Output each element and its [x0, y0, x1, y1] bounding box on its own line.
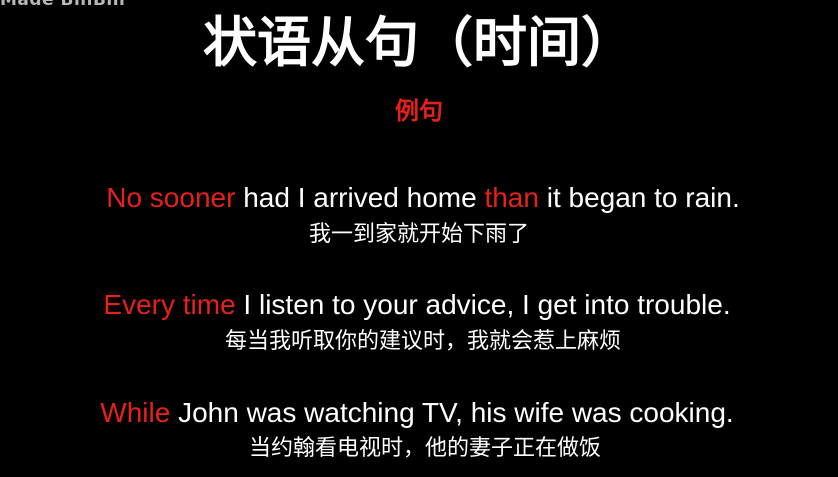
example-2-text-1: I listen to your advice, I get into trou… [235, 289, 731, 320]
example-1-keyword-1: No sooner [106, 182, 236, 213]
example-3-english: While John was watching TV, his wife was… [0, 396, 836, 430]
example-3-chinese: 当约翰看电视时，他的妻子正在做饭 [248, 436, 601, 461]
example-2-chinese: 每当我听取你的建议时，我就会惹上麻烦 [224, 329, 621, 354]
example-1-text-1: had I arrived home [235, 182, 485, 213]
example-2-english: Every time I listen to your advice, I ge… [0, 288, 836, 322]
example-2-keyword-1: Every time [103, 289, 236, 320]
example-3-keyword-1: While [100, 397, 171, 428]
example-3-text-1: John was watching TV, his wife was cooki… [170, 397, 734, 428]
slide-subtitle: 例句 [395, 97, 443, 125]
slide: Made BiliBili 状语从句（时间） 例句 No sooner had … [0, 0, 838, 477]
example-1-keyword-2: than [484, 182, 539, 213]
example-1-english: No sooner had I arrived home than it beg… [4, 181, 838, 215]
example-1-text-2: it began to rain. [538, 182, 740, 213]
example-1-chinese: 我一到家就开始下雨了 [308, 222, 529, 247]
slide-title: 状语从句（时间） [203, 11, 635, 74]
